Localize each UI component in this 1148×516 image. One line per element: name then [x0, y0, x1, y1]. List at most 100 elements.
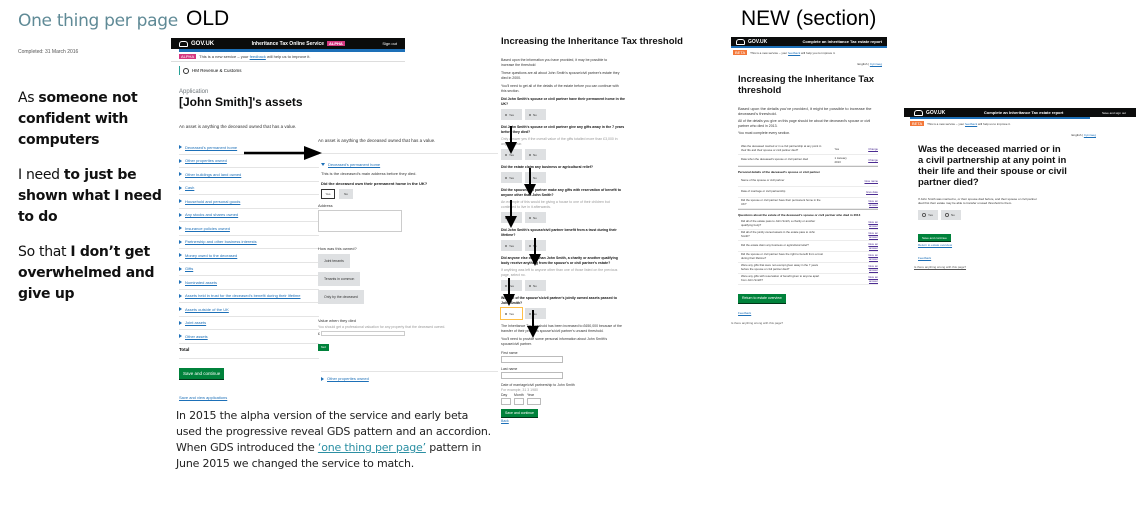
last-name-input[interactable] [501, 372, 563, 379]
date-label: Date of marriage/civil partnership to Jo… [501, 383, 575, 387]
accordion-item[interactable]: Insurance policies owned [179, 222, 319, 236]
caption-paragraph: In 2015 the alpha version of the service… [176, 408, 496, 472]
change-link[interactable]: Give an answer [864, 253, 878, 261]
change-link[interactable]: Change [864, 147, 878, 151]
lang-cymraeg[interactable]: Cymraeg [870, 62, 882, 66]
triangle-right-icon [179, 293, 182, 298]
banner-post: will help you to improve it. [800, 50, 836, 55]
yes-radio[interactable]: Yes [501, 109, 522, 120]
accordion-item[interactable]: Any stocks and shares owned [179, 209, 319, 222]
no-radio[interactable]: No [525, 149, 546, 160]
banner-text: This is a new service – your feedback wi… [199, 54, 310, 59]
back-link[interactable]: Back [501, 419, 691, 423]
summary-key: Name of the spouse or civil partner [741, 177, 785, 182]
yes-button[interactable]: Yes [321, 189, 335, 199]
radio-circle [529, 153, 531, 156]
date-fields: Day Month Year [501, 393, 691, 405]
accordion-item[interactable]: Assets outside of the UK [179, 303, 319, 317]
accordion-item[interactable]: Cash [179, 182, 319, 195]
radio-circle [505, 244, 507, 247]
govuk-logo[interactable]: GOV.UK [914, 109, 945, 116]
accordion-item[interactable]: Other buildings and land owned [179, 168, 319, 182]
feedback-link[interactable]: Feedback [738, 311, 880, 315]
save-and-continue-button[interactable]: Save and continue [179, 367, 225, 379]
month-input[interactable] [514, 398, 524, 405]
feedback-link[interactable]: feedback [788, 51, 800, 55]
value-field: £ [318, 331, 498, 336]
feedback-link[interactable]: Feedback [918, 256, 1122, 260]
change-link[interactable]: Give an answer [864, 231, 878, 239]
one-thing-per-page-link[interactable]: ‘one thing per page’ [318, 441, 426, 454]
day-input[interactable] [501, 398, 511, 405]
save-and-continue-button[interactable]: Save and continue [918, 234, 951, 241]
accordion-item[interactable]: Partnership and other business interests [179, 236, 319, 249]
footer-text[interactable]: Is there anything wrong with this page? [914, 265, 1126, 269]
no-radio[interactable]: No [525, 212, 546, 223]
slide-title: One thing per page [18, 11, 178, 31]
change-link[interactable]: Give an answer [864, 264, 878, 272]
arrow-down-icon [524, 168, 536, 196]
lang-cymraeg[interactable]: Cymraeg [1084, 133, 1096, 137]
change-link[interactable]: Give an answer [864, 199, 878, 207]
accordion-item[interactable]: Nominated assets [179, 276, 319, 290]
value-input[interactable] [320, 331, 405, 336]
sign-out-link[interactable]: Save and sign out [1102, 111, 1126, 115]
radio-label: No [533, 112, 537, 117]
accordion-item[interactable]: Assets held in trust for the deceased's … [179, 290, 319, 303]
feedback-link[interactable]: feedback [250, 54, 266, 59]
accordion-item[interactable]: Gifts [179, 263, 319, 276]
no-button[interactable]: No [339, 189, 353, 199]
sign-out-link[interactable]: Sign out [382, 41, 397, 46]
radio-circle [505, 176, 507, 179]
return-to-overview-button[interactable]: Return to estate overview [738, 293, 786, 303]
save-and-view-link[interactable]: Save and view applications [179, 395, 397, 400]
section-title: Deceased's permanent home [328, 162, 381, 167]
label-new: NEW (section) [741, 7, 877, 30]
change-link[interactable]: Give an answer [864, 242, 878, 250]
accordion-item[interactable]: Other assets [179, 330, 319, 344]
yes-radio[interactable]: Yes [918, 210, 938, 220]
change-link[interactable]: Give date [864, 190, 878, 194]
change-link[interactable]: Give an answer [864, 275, 878, 283]
yes-no-group: Yes No [321, 189, 498, 199]
no-radio[interactable]: No [525, 280, 546, 291]
radio-label: Yes [928, 213, 933, 217]
accordion-item-label: Deceased's permanent home [185, 144, 238, 150]
return-to-overview-link[interactable]: Return to estate overview [918, 243, 1122, 247]
govuk-logo[interactable]: GOV.UK [736, 38, 767, 45]
yes-radio[interactable]: Yes [500, 307, 523, 320]
no-radio[interactable]: No [525, 109, 546, 120]
department-name: HM Revenue & Customs [192, 68, 242, 73]
banner-post: will help us to improve it. [977, 121, 1011, 126]
accordion-item[interactable]: Household and personal goods [179, 195, 319, 209]
yes-radio[interactable]: Yes [501, 240, 522, 251]
accordion-item[interactable]: Money owed to the deceased [179, 249, 319, 263]
accordion-item[interactable]: Joint assets [179, 317, 319, 330]
user-story-need: I need to just be shown what I need to d… [18, 165, 168, 228]
feedback-link[interactable]: feedback [965, 122, 977, 126]
accordion-next-header[interactable]: Other properties owned [321, 371, 498, 381]
yes-radio[interactable]: Yes [501, 172, 522, 183]
phase-tag: BETA [733, 50, 748, 55]
save-and-continue-button[interactable]: Save and continue [501, 409, 538, 417]
radio-circle [945, 213, 949, 217]
no-radio[interactable]: No [941, 210, 961, 220]
footer-text[interactable]: Is there anything wrong with this page? [731, 321, 887, 325]
joint-tenants-button[interactable]: Joint tenants [318, 254, 350, 268]
change-link[interactable]: Change [864, 158, 878, 162]
next-button[interactable]: Next [318, 344, 329, 351]
change-link[interactable]: Give an answer [864, 220, 878, 228]
address-textarea[interactable] [318, 210, 402, 232]
year-input[interactable] [527, 398, 541, 405]
only-deceased-button[interactable]: Only by the deceased [318, 290, 364, 304]
accordion-open-header[interactable]: Deceased's permanent home [321, 162, 498, 167]
summary-key: Did the spouse or civil partner have the… [741, 198, 821, 206]
change-link[interactable]: Give name [864, 179, 878, 183]
last-name-label: Last name [501, 367, 518, 371]
question-label: Did John Smith's spouse or civil partner… [501, 125, 625, 134]
radio-label: Yes [509, 243, 514, 248]
tenants-in-common-button[interactable]: Tenants in common [318, 272, 361, 286]
triangle-right-icon [179, 145, 182, 150]
govuk-logo[interactable]: GOV.UK [179, 40, 214, 47]
first-name-input[interactable] [501, 356, 563, 363]
